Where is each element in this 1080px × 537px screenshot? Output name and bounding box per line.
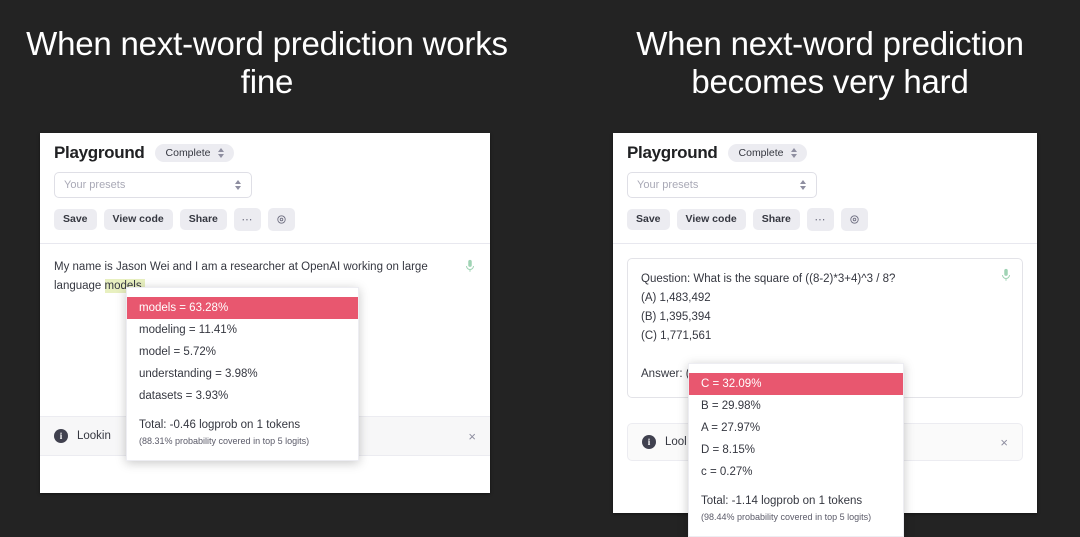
info-icon: i xyxy=(54,429,68,443)
close-icon[interactable]: × xyxy=(1000,435,1008,450)
right-playground-header: Playground Complete Your presets Save Vi… xyxy=(613,133,1037,243)
ellipsis-icon: ⋯ xyxy=(241,213,254,226)
right-answer-prefix: Answer: ( xyxy=(641,368,690,380)
chevron-updown-icon xyxy=(799,179,807,191)
left-tooltip-spacer xyxy=(127,288,358,297)
mic-icon[interactable] xyxy=(1000,268,1012,282)
right-playground-title: Playground xyxy=(627,143,718,162)
left-title-row: Playground Complete xyxy=(54,143,476,163)
right-share-button[interactable]: Share xyxy=(752,208,800,231)
left-action-buttons: Save View code Share ⋯ xyxy=(54,208,476,243)
right-logits-coverage: (98.44% probability covered in top 5 log… xyxy=(701,512,872,522)
right-settings-button[interactable] xyxy=(840,208,868,231)
left-view-code-button[interactable]: View code xyxy=(103,208,173,231)
right-prompt-line-2: (A) 1,483,492 xyxy=(641,292,711,304)
left-logit-row-1[interactable]: modeling = 11.41% xyxy=(127,319,358,341)
left-share-button[interactable]: Share xyxy=(179,208,227,231)
slide-root: When next-word prediction works fine Whe… xyxy=(0,0,1080,537)
right-tooltip-spacer xyxy=(689,364,903,373)
left-logits-tooltip: models = 63.28% modeling = 11.41% model … xyxy=(126,287,359,461)
right-prompt-line-1: Question: What is the square of ((8-2)*3… xyxy=(641,273,896,285)
right-logit-row-3[interactable]: D = 8.15% xyxy=(689,439,903,461)
gear-icon xyxy=(850,215,859,224)
left-mode-selector[interactable]: Complete xyxy=(154,144,235,162)
left-presets-select[interactable]: Your presets xyxy=(54,172,252,198)
right-logit-row-1[interactable]: B = 29.98% xyxy=(689,395,903,417)
left-logit-row-0[interactable]: models = 63.28% xyxy=(127,297,358,319)
mic-icon[interactable] xyxy=(464,259,476,273)
chevron-updown-icon xyxy=(790,147,798,159)
right-logits-total: Total: -1.14 logprob on 1 tokens xyxy=(701,495,863,507)
right-heading: When next-word prediction becomes very h… xyxy=(636,25,1024,100)
right-action-buttons: Save View code Share ⋯ xyxy=(627,208,1023,243)
right-title-row: Playground Complete xyxy=(627,143,1023,163)
right-logit-row-4[interactable]: c = 0.27% xyxy=(689,461,903,483)
right-prompt-line-3: (B) 1,395,394 xyxy=(641,311,711,323)
right-logits-tooltip: C = 32.09% B = 29.98% A = 27.97% D = 8.1… xyxy=(688,363,904,537)
info-icon: i xyxy=(642,435,656,449)
right-more-button[interactable]: ⋯ xyxy=(806,208,834,231)
left-logit-row-2[interactable]: model = 5.72% xyxy=(127,341,358,363)
left-info-message: Lookin xyxy=(77,430,111,442)
close-icon[interactable]: × xyxy=(468,429,476,444)
left-playground-header: Playground Complete Your presets Save Vi… xyxy=(40,133,490,243)
left-settings-button[interactable] xyxy=(267,208,295,231)
left-mode-label: Complete xyxy=(165,147,211,159)
right-logits-total-block: Total: -1.14 logprob on 1 tokens (98.44%… xyxy=(689,483,903,536)
left-logit-row-4[interactable]: datasets = 3.93% xyxy=(127,385,358,407)
left-logit-row-3[interactable]: understanding = 3.98% xyxy=(127,363,358,385)
right-save-button[interactable]: Save xyxy=(627,208,670,231)
left-save-button[interactable]: Save xyxy=(54,208,97,231)
chevron-updown-icon xyxy=(234,179,242,191)
right-logit-row-2[interactable]: A = 27.97% xyxy=(689,417,903,439)
left-logits-coverage: (88.31% probability covered in top 5 log… xyxy=(139,436,310,446)
left-heading: When next-word prediction works fine xyxy=(26,25,508,100)
left-logits-total: Total: -0.46 logprob on 1 tokens xyxy=(139,419,301,431)
right-presets-placeholder: Your presets xyxy=(637,179,699,191)
right-mode-label: Complete xyxy=(738,147,784,159)
left-more-button[interactable]: ⋯ xyxy=(233,208,261,231)
right-view-code-button[interactable]: View code xyxy=(676,208,746,231)
right-mode-selector[interactable]: Complete xyxy=(727,144,808,162)
left-playground-title: Playground xyxy=(54,143,145,162)
right-presets-select[interactable]: Your presets xyxy=(627,172,817,198)
right-prompt-line-4: (C) 1,771,561 xyxy=(641,330,712,342)
right-info-message: Lool xyxy=(665,436,687,448)
right-logit-row-0[interactable]: C = 32.09% xyxy=(689,373,903,395)
left-logits-total-block: Total: -0.46 logprob on 1 tokens (88.31%… xyxy=(127,407,358,460)
ellipsis-icon: ⋯ xyxy=(814,213,827,226)
gear-icon xyxy=(277,215,286,224)
left-presets-placeholder: Your presets xyxy=(64,179,126,191)
chevron-updown-icon xyxy=(217,147,225,159)
